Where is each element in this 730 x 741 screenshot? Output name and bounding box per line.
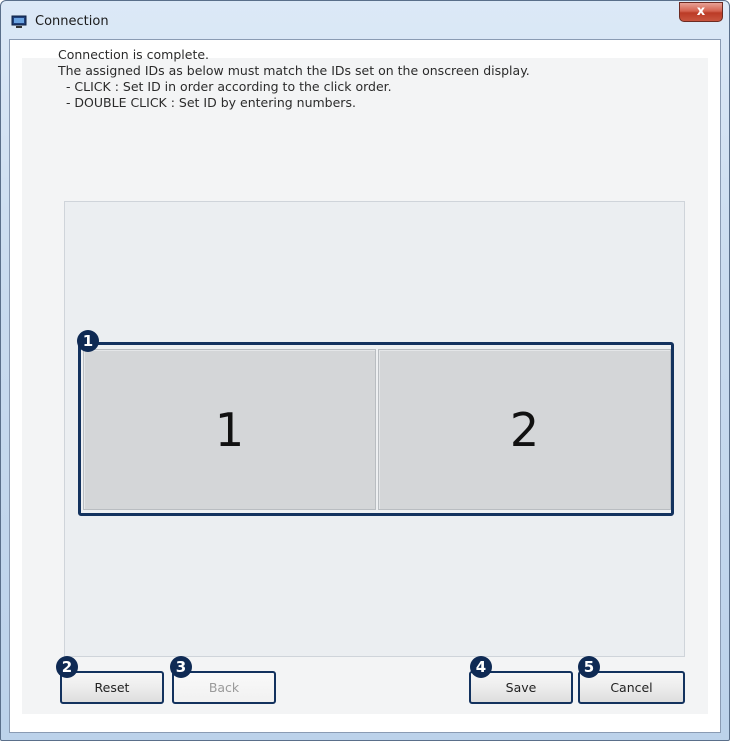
- callout-badge: 1: [77, 330, 99, 352]
- callout-badge: 5: [578, 656, 600, 678]
- callout-badge: 3: [170, 656, 192, 678]
- instruction-line: - DOUBLE CLICK : Set ID by entering numb…: [58, 95, 356, 110]
- display-id-label: 2: [509, 402, 540, 457]
- reset-button[interactable]: Reset: [60, 671, 164, 704]
- back-button[interactable]: Back: [172, 671, 276, 704]
- display-tile[interactable]: 1: [83, 349, 376, 510]
- video-wall-selection[interactable]: 1 2: [78, 342, 674, 516]
- monitor-icon: [11, 14, 27, 28]
- instruction-line: The assigned IDs as below must match the…: [58, 63, 530, 78]
- display-tile[interactable]: 2: [378, 349, 671, 510]
- instruction-text: Connection is complete. The assigned IDs…: [58, 47, 530, 111]
- close-button[interactable]: x: [679, 2, 723, 22]
- display-id-label: 1: [214, 402, 245, 457]
- instruction-line: - CLICK : Set ID in order according to t…: [58, 79, 392, 94]
- callout-badge: 2: [56, 656, 78, 678]
- window-title: Connection: [35, 14, 109, 29]
- title-bar[interactable]: Connection x: [1, 1, 729, 39]
- instruction-line: Connection is complete.: [58, 47, 210, 62]
- callout-badge: 4: [470, 656, 492, 678]
- close-icon: x: [696, 4, 706, 19]
